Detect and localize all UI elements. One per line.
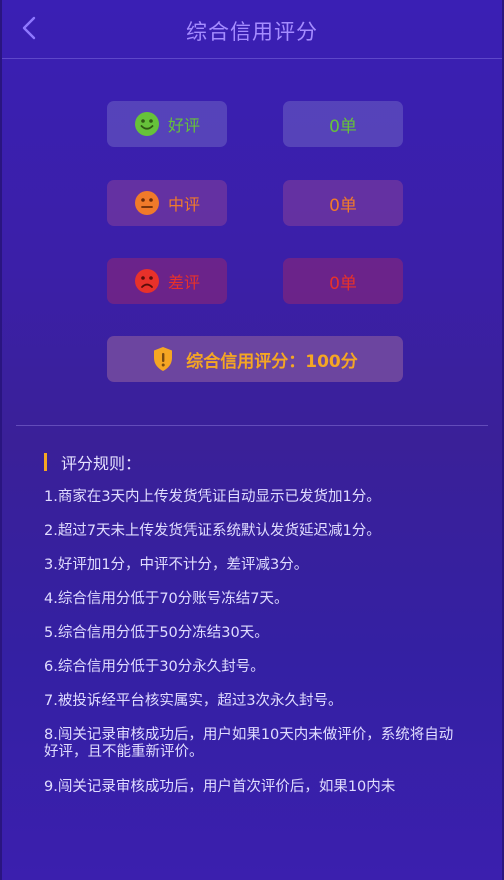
good-rating-button[interactable]: 好评 — [107, 101, 227, 147]
bad-rating-count: 0单 — [283, 258, 403, 304]
rules-heading-text: 评分规则： — [61, 454, 142, 473]
rule-item: 5.综合信用分低于50分冻结30天。 — [44, 625, 269, 641]
bad-rating-button[interactable]: 差评 — [107, 258, 227, 304]
credit-score-screen: 综合信用评分 好评 0单 中评 0单 差评 0单 综合信用评分：100分 评分规… — [0, 0, 504, 880]
overall-credit-score: 综合信用评分：100分 — [107, 336, 403, 382]
header-bar: 综合信用评分 — [2, 0, 502, 59]
rule-item: 7.被投诉经平台核实属实，超过3次永久封号。 — [44, 693, 343, 709]
rule-item: 2.超过7天未上传发货凭证系统默认发货延迟减1分。 — [44, 523, 381, 539]
shield-icon — [154, 347, 173, 371]
rule-item: 3.好评加1分，中评不计分，差评减3分。 — [44, 557, 309, 573]
bad-rating-label: 差评 — [167, 273, 200, 292]
rating-row-good: 好评 0单 — [107, 101, 403, 147]
neutral-rating-button[interactable]: 中评 — [107, 180, 227, 226]
rules-heading: 评分规则： — [44, 452, 142, 473]
good-rating-label: 好评 — [167, 116, 200, 135]
neutral-face-icon — [134, 191, 159, 215]
page-title: 综合信用评分 — [186, 20, 318, 44]
smile-face-icon — [134, 112, 159, 136]
rule-item: 4.综合信用分低于70分账号冻结7天。 — [44, 591, 289, 607]
rule-item: 8.闯关记录审核成功后，用户如果10天内未做评价，系统将自动好评，且不能重新评价… — [44, 727, 454, 760]
neutral-rating-count: 0单 — [283, 180, 403, 226]
heading-accent-bar — [44, 453, 47, 471]
rule-item: 6.综合信用分低于30分永久封号。 — [44, 659, 265, 675]
rule-item: 9.闯关记录审核成功后，用户首次评价后，如果10内未 — [44, 779, 396, 795]
good-rating-count: 0单 — [283, 101, 403, 147]
rating-row-bad: 差评 0单 — [107, 258, 403, 304]
sad-face-icon — [134, 269, 159, 293]
section-divider — [16, 425, 488, 426]
rule-item: 1.商家在3天内上传发货凭证自动显示已发货加1分。 — [44, 489, 381, 505]
rating-row-neutral: 中评 0单 — [107, 180, 403, 226]
neutral-rating-label: 中评 — [167, 195, 200, 214]
overall-score-text: 综合信用评分：100分 — [186, 351, 358, 372]
